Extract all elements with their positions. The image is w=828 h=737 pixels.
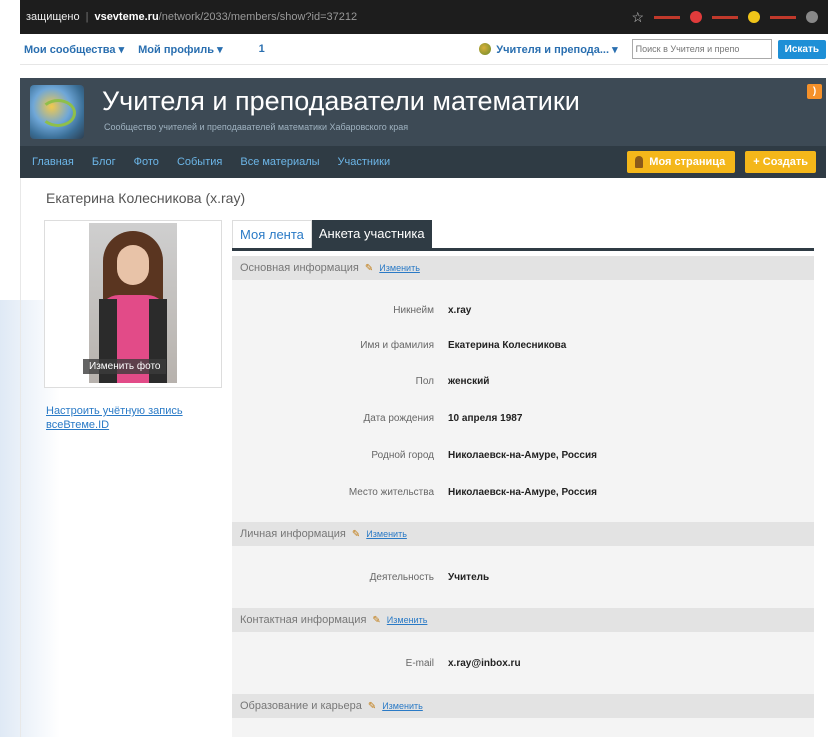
my-page-label: Моя страница bbox=[649, 156, 726, 168]
security-label: защищено bbox=[26, 11, 80, 23]
section-personal-info: Личная информация ✎ Изменить bbox=[232, 522, 814, 546]
community-navigation: Главная Блог Фото События Все материалы … bbox=[20, 146, 826, 178]
extension-bar-icon bbox=[712, 15, 738, 19]
account-settings-link[interactable]: Настроить учётную запись всеВтеме.ID bbox=[46, 404, 216, 432]
field-value: женский bbox=[448, 376, 490, 387]
section-body bbox=[232, 718, 814, 737]
field-value: Учитель bbox=[448, 572, 490, 583]
search-input[interactable] bbox=[631, 39, 772, 59]
pencil-icon: ✎ bbox=[351, 528, 361, 540]
extension-bar-icon bbox=[770, 15, 796, 19]
section-basic-info: Основная информация ✎ Изменить bbox=[232, 256, 814, 280]
community-logo[interactable] bbox=[30, 85, 84, 139]
notification-count[interactable]: 1 bbox=[259, 43, 265, 55]
edit-basic-link[interactable]: Изменить bbox=[379, 263, 420, 273]
url-path: /network/2033/members/show?id=37212 bbox=[158, 11, 358, 23]
field-label: Родной город bbox=[371, 450, 434, 461]
field-row-nickname: Никнейм x.ray bbox=[232, 305, 814, 321]
field-label: Имя и фамилия bbox=[360, 340, 434, 351]
section-title: Контактная информация bbox=[240, 614, 367, 626]
field-label: Дата рождения bbox=[363, 413, 434, 424]
field-value: x.ray@inbox.ru bbox=[448, 658, 521, 669]
section-title: Основная информация bbox=[240, 262, 359, 274]
site-header: Учителя и преподаватели математики Сообщ… bbox=[20, 78, 826, 146]
page-title: Екатерина Колесникова (x.ray) bbox=[46, 190, 246, 206]
my-communities-menu[interactable]: Мои сообщества ▾ bbox=[24, 43, 124, 56]
create-button[interactable]: + Создать bbox=[745, 151, 816, 173]
browser-address-bar[interactable]: защищено | vsevteme.ru /network/2033/mem… bbox=[20, 0, 828, 34]
pencil-icon: ✎ bbox=[372, 614, 381, 626]
extension-yellow-icon[interactable] bbox=[748, 11, 760, 23]
edit-personal-link[interactable]: Изменить bbox=[366, 529, 407, 539]
rss-icon[interactable]: ) bbox=[807, 84, 822, 99]
field-label: E-mail bbox=[405, 658, 434, 669]
opera-icon[interactable] bbox=[690, 11, 702, 23]
url-host: vsevteme.ru bbox=[94, 11, 159, 23]
field-label: Место жительства bbox=[348, 487, 434, 498]
nav-events[interactable]: События bbox=[177, 156, 222, 168]
nav-members[interactable]: Участники bbox=[338, 156, 391, 168]
field-row-activity: Деятельность Учитель bbox=[232, 572, 814, 588]
community-selector[interactable]: Учителя и препода... ▾ bbox=[479, 43, 618, 56]
browser-extensions: ☆ bbox=[631, 9, 818, 26]
separator: | bbox=[85, 11, 89, 23]
field-label: Никнейм bbox=[393, 305, 434, 316]
menu-icon[interactable] bbox=[806, 11, 818, 23]
community-subtitle: Сообщество учителей и преподавателей мат… bbox=[104, 122, 409, 132]
profile-photo-frame: Изменить фото bbox=[44, 220, 222, 388]
field-label: Пол bbox=[415, 376, 434, 387]
person-icon bbox=[635, 156, 644, 168]
field-row-email: E-mail x.ray@inbox.ru bbox=[232, 658, 814, 674]
pencil-icon: ✎ bbox=[364, 262, 374, 274]
field-row-residence: Место жительства Николаевск-на-Амуре, Ро… bbox=[232, 487, 814, 503]
section-contact-info: Контактная информация ✎ Изменить bbox=[232, 608, 814, 632]
pencil-icon: ✎ bbox=[367, 700, 377, 712]
globe-icon bbox=[479, 43, 492, 55]
field-row-birthdate: Дата рождения 10 апреля 1987 bbox=[232, 413, 814, 429]
my-profile-menu[interactable]: Мой профиль ▾ bbox=[138, 43, 223, 56]
nav-home[interactable]: Главная bbox=[32, 156, 74, 168]
content-border bbox=[20, 178, 21, 737]
section-title: Образование и карьера bbox=[240, 700, 362, 712]
field-value: x.ray bbox=[448, 305, 472, 316]
nav-all-materials[interactable]: Все материалы bbox=[240, 156, 319, 168]
field-row-gender: Пол женский bbox=[232, 376, 814, 392]
field-value: Николаевск-на-Амуре, Россия bbox=[448, 450, 597, 461]
field-value: Николаевск-на-Амуре, Россия bbox=[448, 487, 597, 498]
tab-underline bbox=[232, 248, 814, 251]
section-education-career: Образование и карьера ✎ Изменить bbox=[232, 694, 814, 718]
field-label: Деятельность bbox=[369, 572, 434, 583]
my-page-button[interactable]: Моя страница bbox=[627, 151, 736, 173]
section-title: Личная информация bbox=[240, 528, 346, 540]
nav-photo[interactable]: Фото bbox=[134, 156, 159, 168]
edit-contact-link[interactable]: Изменить bbox=[387, 615, 428, 625]
field-row-hometown: Родной город Николаевск-на-Амуре, Россия bbox=[232, 450, 814, 466]
field-value: Екатерина Колесникова bbox=[448, 340, 567, 351]
top-navigation: Мои сообщества ▾ Мой профиль ▾ 1 Учителя… bbox=[20, 34, 828, 65]
tab-questionnaire[interactable]: Анкета участника bbox=[311, 220, 432, 250]
field-value: 10 апреля 1987 bbox=[448, 413, 523, 424]
search-button[interactable]: Искать bbox=[777, 39, 826, 59]
profile-tabs: Моя лента Анкета участника bbox=[232, 220, 432, 250]
change-photo-button[interactable]: Изменить фото bbox=[83, 359, 167, 374]
bookmark-star-icon[interactable]: ☆ bbox=[631, 9, 644, 26]
field-row-fullname: Имя и фамилия Екатерина Колесникова bbox=[232, 340, 814, 356]
edit-education-link[interactable]: Изменить bbox=[382, 701, 423, 711]
extension-bar-icon bbox=[654, 15, 680, 19]
tab-my-feed[interactable]: Моя лента bbox=[232, 220, 312, 250]
community-selector-label: Учителя и препода... ▾ bbox=[496, 43, 618, 56]
nav-blog[interactable]: Блог bbox=[92, 156, 116, 168]
community-title[interactable]: Учителя и преподаватели математики bbox=[102, 86, 580, 117]
